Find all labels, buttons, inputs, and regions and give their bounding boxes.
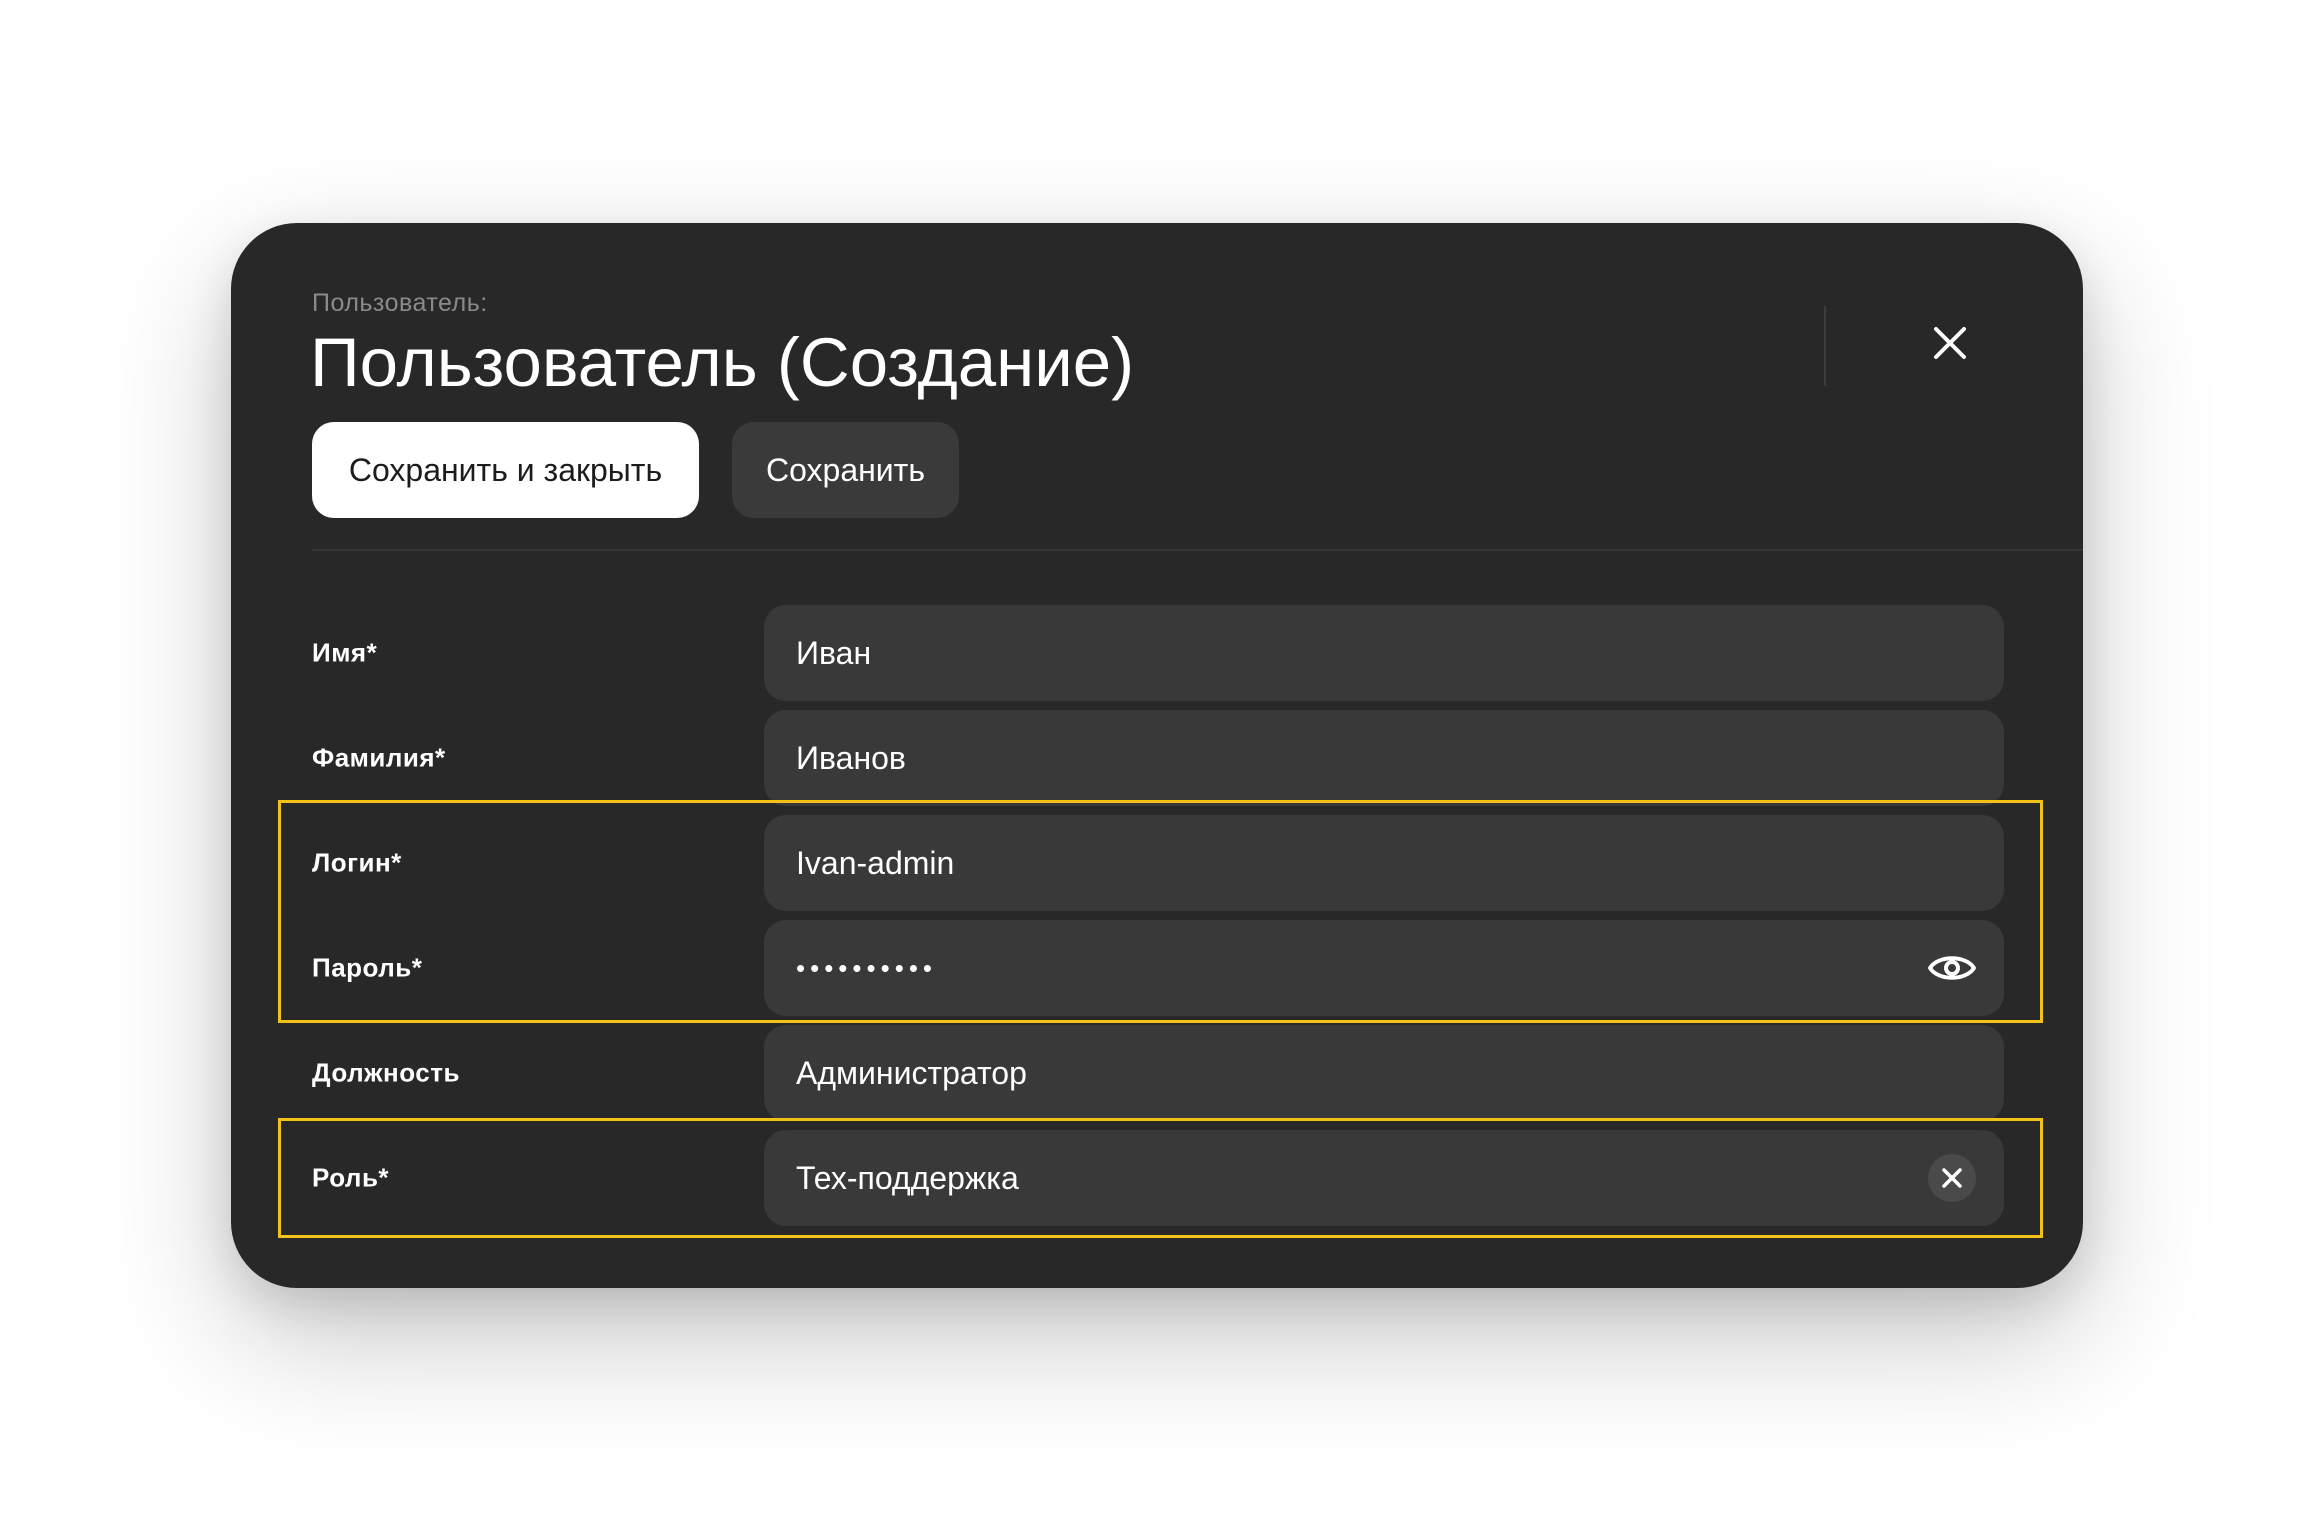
user-create-modal: Пользователь: Пользователь (Создание) Со… — [231, 223, 2083, 1288]
modal-subtitle: Пользователь: — [312, 289, 488, 317]
first-name-value: Иван — [796, 634, 872, 671]
password-value: •••••••••• — [796, 953, 938, 983]
modal-title: Пользователь (Создание) — [310, 324, 1135, 401]
last-name-field[interactable]: Иванов — [764, 710, 2004, 806]
header-separator — [312, 549, 2083, 551]
last-name-value: Иванов — [796, 739, 906, 776]
login-field[interactable]: Ivan-admin — [764, 815, 2004, 911]
login-value: Ivan-admin — [796, 844, 955, 881]
first-name-label: Имя* — [312, 637, 378, 668]
role-value: Тех-поддержка — [796, 1159, 1019, 1196]
role-field[interactable]: Тех-поддержка — [764, 1130, 2004, 1226]
position-label: Должность — [312, 1057, 460, 1088]
position-field[interactable]: Администратор — [764, 1025, 2004, 1121]
clear-icon — [1942, 1168, 1962, 1188]
login-label: Логин* — [312, 847, 402, 878]
first-name-field[interactable]: Иван — [764, 605, 2004, 701]
last-name-label: Фамилия* — [312, 742, 446, 773]
eye-icon — [1928, 956, 1976, 980]
password-field[interactable]: •••••••••• — [764, 920, 2004, 1016]
password-label: Пароль* — [312, 952, 423, 983]
role-label: Роль* — [312, 1162, 390, 1193]
save-button[interactable]: Сохранить — [732, 422, 959, 518]
save-and-close-button[interactable]: Сохранить и закрыть — [312, 422, 699, 518]
close-icon — [1934, 327, 1966, 359]
header-divider — [1824, 306, 1826, 386]
position-value: Администратор — [796, 1054, 1027, 1091]
clear-role-button[interactable] — [1928, 1154, 1976, 1202]
show-password-button[interactable] — [1926, 942, 1978, 994]
close-button[interactable] — [1926, 319, 1974, 367]
